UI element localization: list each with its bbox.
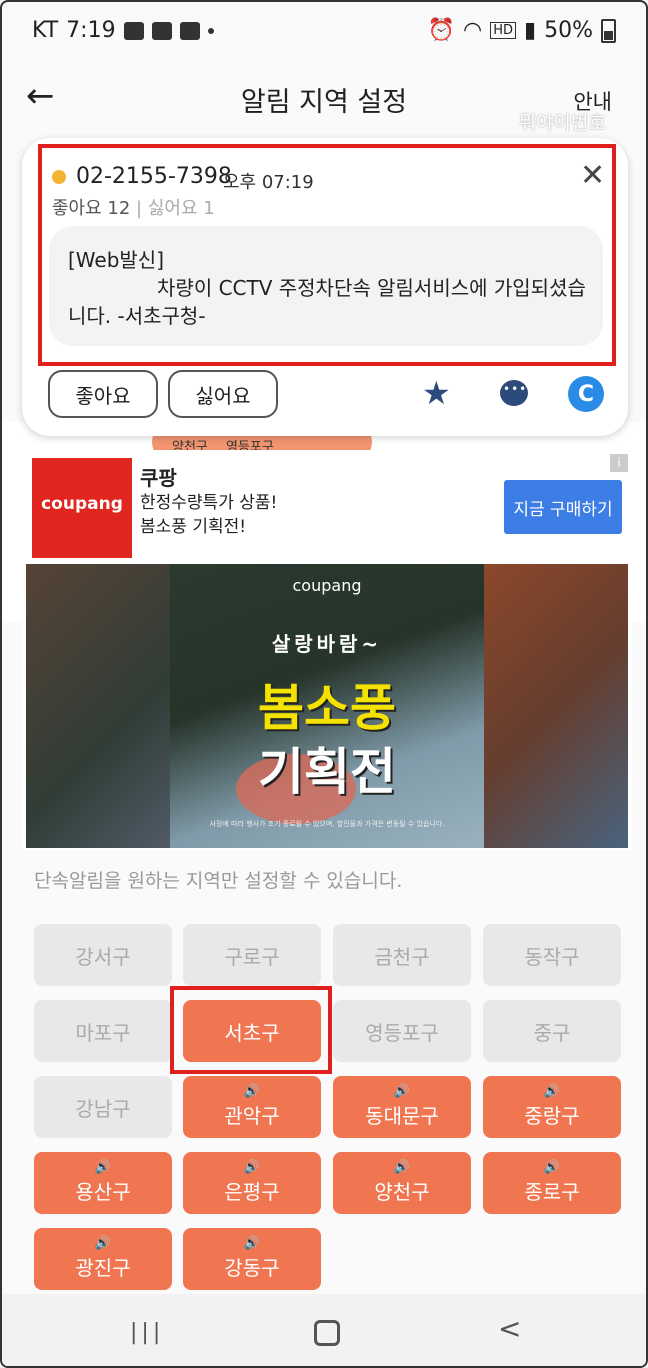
speaker-icon: 🔊: [94, 1236, 112, 1251]
hd-icon: HD: [490, 22, 516, 39]
speaker-icon: 🔊: [94, 1160, 112, 1175]
signal-icon: ▮: [523, 18, 537, 43]
ad-line-2: 봄소풍 기획전!: [140, 517, 247, 537]
ad-image[interactable]: coupang 살랑바람~ 봄소풍 기획전 사정에 따라 행사가 조기 종료될 …: [26, 564, 628, 848]
region-label: 마포구: [75, 1020, 131, 1045]
region-label: 은평구: [224, 1180, 280, 1204]
region-button[interactable]: 🔊 양천구: [333, 1152, 471, 1214]
recent-apps-button[interactable]: |||: [130, 1320, 164, 1345]
wifi-icon: ◠: [462, 18, 483, 43]
battery-percent: 50%: [544, 18, 593, 43]
ad-info-icon[interactable]: i: [610, 454, 628, 472]
ad-banner-main-2: 기획전: [258, 743, 396, 801]
region-button[interactable]: 강서구: [34, 924, 172, 986]
region-label: 금천구: [374, 944, 430, 969]
region-label: 광진구: [75, 1256, 131, 1280]
alarm-icon: ⏰: [427, 18, 455, 43]
region-label: 관악구: [224, 1104, 280, 1128]
speaker-icon: 🔊: [243, 1236, 261, 1251]
region-label: 동대문구: [365, 1104, 439, 1128]
star-icon[interactable]: ★: [422, 374, 451, 412]
highlight-box-seocho: [170, 986, 332, 1074]
region-button[interactable]: 중구: [483, 1000, 621, 1062]
home-button[interactable]: [314, 1320, 340, 1346]
ad-banner-headline: 살랑바람~: [271, 632, 383, 656]
speaker-icon: 🔊: [243, 1160, 261, 1175]
region-label: 중구: [533, 1020, 571, 1045]
image-icon: [179, 21, 200, 40]
watermark-text: 뭐야이번호: [518, 112, 606, 134]
region-label: 양천구: [374, 1180, 430, 1204]
back-nav-button[interactable]: <: [498, 1312, 521, 1345]
region-label: 구로구: [224, 944, 280, 969]
region-button[interactable]: 구로구: [183, 924, 321, 986]
region-button[interactable]: 🔊 중랑구: [483, 1076, 621, 1138]
region-button[interactable]: 마포구: [34, 1000, 172, 1062]
clock: 7:19: [66, 18, 116, 43]
region-button[interactable]: 영등포구: [333, 1000, 471, 1062]
region-label: 영등포구: [365, 1020, 439, 1045]
buy-now-button[interactable]: 지금 구매하기: [504, 480, 622, 534]
speaker-icon: 🔊: [243, 1084, 261, 1099]
status-right: ⏰ ◠ HD ▮ 50%: [428, 18, 616, 43]
ad-title: 쿠팡: [140, 466, 177, 490]
status-bar: KT 7:19 ⏰ ◠ HD ▮ 50%: [2, 2, 646, 64]
ad-fine-print: 사정에 따라 행사가 조기 종료될 수 있으며, 할인율과 가격은 변동될 수 …: [209, 820, 445, 828]
more-notifications-icon: [207, 27, 214, 34]
region-button[interactable]: 🔊 동대문구: [333, 1076, 471, 1138]
region-button[interactable]: 금천구: [333, 924, 471, 986]
speaker-icon: 🔊: [543, 1084, 561, 1099]
phone-frame: KT 7:19 ⏰ ◠ HD ▮ 50% ← 알림 지역 설정 안내 뭐야이번호…: [0, 0, 648, 1368]
ad-banner-main-1: 봄소풍: [258, 679, 396, 737]
speaker-icon: 🔊: [393, 1084, 411, 1099]
speaker-icon: 🔊: [543, 1160, 561, 1175]
region-button[interactable]: 강남구: [34, 1076, 172, 1138]
region-button[interactable]: 🔊 강동구: [183, 1228, 321, 1290]
ad-image-left: [26, 564, 170, 848]
carrier-label: KT: [32, 18, 59, 43]
region-button[interactable]: 🔊 용산구: [34, 1152, 172, 1214]
battery-icon: [601, 18, 616, 43]
region-hint-text: 단속알림을 원하는 지역만 설정할 수 있습니다.: [34, 870, 403, 892]
region-label: 용산구: [75, 1180, 131, 1204]
like-button[interactable]: 좋아요: [48, 370, 158, 418]
system-nav-bar: ||| <: [2, 1294, 646, 1366]
region-button[interactable]: 🔊 광진구: [34, 1228, 172, 1290]
region-label: 강남구: [75, 1096, 131, 1121]
message-icon: [123, 21, 144, 40]
region-button[interactable]: 🔊 은평구: [183, 1152, 321, 1214]
region-label: 동작구: [524, 944, 580, 969]
ad-banner-brand: coupang: [292, 576, 362, 595]
cube-icon: [151, 21, 172, 40]
ad-image-right: [484, 564, 628, 848]
region-label: 종로구: [524, 1180, 580, 1204]
region-button[interactable]: 🔊 종로구: [483, 1152, 621, 1214]
speaker-icon: 🔊: [393, 1160, 411, 1175]
chat-icon[interactable]: [500, 380, 528, 406]
app-header: ← 알림 지역 설정 안내 뭐야이번호: [2, 64, 646, 134]
highlight-box-message: [38, 144, 616, 366]
region-button[interactable]: 🔊 관악구: [183, 1076, 321, 1138]
dislike-button[interactable]: 싫어요: [168, 370, 278, 418]
coupang-badge-text: coupang: [41, 494, 123, 514]
ad-line-1: 한정수량특가 상품!: [140, 493, 278, 513]
region-label: 강서구: [75, 944, 131, 969]
region-button[interactable]: 동작구: [483, 924, 621, 986]
status-left: KT 7:19: [32, 18, 214, 43]
region-label: 중랑구: [524, 1104, 580, 1128]
c-logo-icon[interactable]: C: [568, 376, 604, 412]
region-label: 강동구: [224, 1256, 280, 1280]
